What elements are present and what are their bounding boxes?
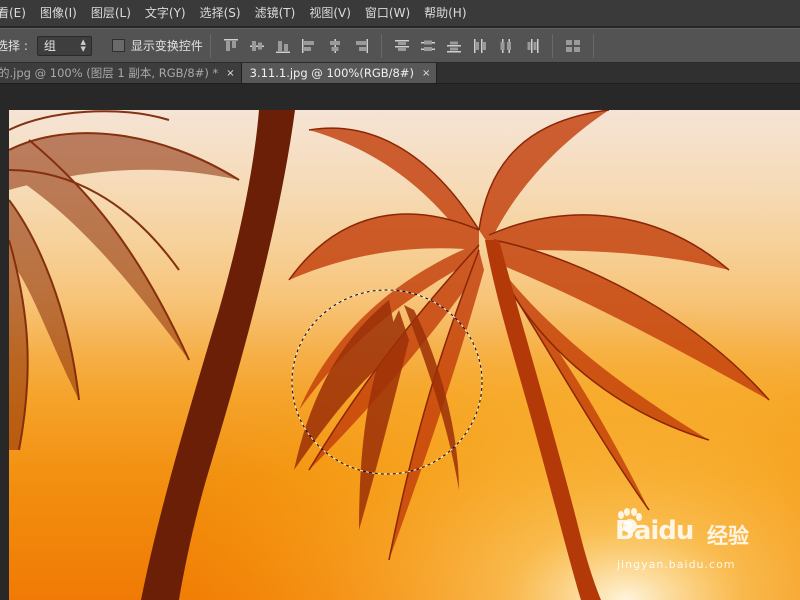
watermark-brand-cn: 经验 bbox=[707, 524, 749, 548]
tab-document-2[interactable]: 3.11.1.jpg @ 100%(RGB/8#) × bbox=[241, 63, 438, 83]
toolbar-divider bbox=[592, 33, 594, 58]
menu-view[interactable]: 视图(V) bbox=[309, 0, 351, 26]
toolbar-divider bbox=[551, 33, 553, 58]
show-transform-checkbox[interactable] bbox=[111, 39, 125, 52]
align-left-edges-icon[interactable] bbox=[301, 38, 317, 54]
menu-bar: 看(E) 图像(I) 图层(L) 文字(Y) 选择(S) 滤镜(T) 视图(V)… bbox=[0, 0, 800, 27]
menu-help[interactable]: 帮助(H) bbox=[424, 0, 466, 26]
document-tab-bar: 的.jpg @ 100% (图层 1 副本, RGB/8#) * × 3.11.… bbox=[0, 63, 800, 84]
watermark-url: jingyan.baidu.com bbox=[617, 558, 736, 571]
toolbar-divider bbox=[380, 33, 382, 58]
baidu-jingyan-watermark: Baidu 经验 jingyan.baidu.com bbox=[615, 508, 775, 578]
close-icon[interactable]: × bbox=[226, 68, 234, 79]
menu-window[interactable]: 窗口(W) bbox=[365, 0, 410, 26]
baidu-paw-icon bbox=[618, 508, 642, 533]
align-top-edges-icon[interactable] bbox=[223, 38, 239, 54]
tab-document-1[interactable]: 的.jpg @ 100% (图层 1 副本, RGB/8#) * × bbox=[0, 63, 242, 83]
dropdown-spinner-icon: ▲ ▼ bbox=[80, 37, 86, 53]
auto-select-value: 组 bbox=[43, 39, 56, 53]
auto-select-dropdown[interactable]: 组 ▲ ▼ bbox=[36, 35, 92, 56]
auto-align-layers-icon[interactable] bbox=[565, 38, 581, 54]
document-canvas[interactable]: Baidu 经验 jingyan.baidu.com bbox=[9, 110, 800, 600]
distribute-left-icon[interactable] bbox=[472, 38, 488, 54]
distribute-top-icon[interactable] bbox=[394, 38, 410, 54]
distribute-horizontal-centers-icon[interactable] bbox=[498, 38, 514, 54]
show-transform-label: 显示变换控件 bbox=[130, 39, 203, 53]
menu-image[interactable]: 图像(I) bbox=[40, 0, 77, 26]
toolbar-divider bbox=[209, 33, 211, 58]
align-horizontal-centers-icon[interactable] bbox=[327, 38, 343, 54]
menu-select[interactable]: 选择(S) bbox=[200, 0, 241, 26]
distribute-right-icon[interactable] bbox=[524, 38, 540, 54]
options-bar: 选择 : 组 ▲▼ 显示变换控件 bbox=[0, 28, 800, 63]
tab-document-2-label: 3.11.1.jpg @ 100%(RGB/8#) bbox=[249, 66, 414, 80]
align-bottom-edges-icon[interactable] bbox=[275, 38, 291, 54]
distribute-bottom-icon[interactable] bbox=[446, 38, 462, 54]
close-icon[interactable]: × bbox=[422, 68, 430, 79]
align-right-edges-icon[interactable] bbox=[353, 38, 369, 54]
menu-layer[interactable]: 图层(L) bbox=[91, 0, 131, 26]
menu-type[interactable]: 文字(Y) bbox=[145, 0, 186, 26]
auto-select-label: 选择 : bbox=[0, 39, 28, 53]
align-vertical-centers-icon[interactable] bbox=[249, 38, 265, 54]
tab-document-1-label: 的.jpg @ 100% (图层 1 副本, RGB/8#) * bbox=[0, 66, 219, 80]
menu-filter[interactable]: 滤镜(T) bbox=[255, 0, 296, 26]
menu-view-partial[interactable]: 看(E) bbox=[0, 0, 26, 26]
distribute-vertical-centers-icon[interactable] bbox=[420, 38, 436, 54]
workspace: Baidu 经验 jingyan.baidu.com bbox=[0, 85, 800, 600]
